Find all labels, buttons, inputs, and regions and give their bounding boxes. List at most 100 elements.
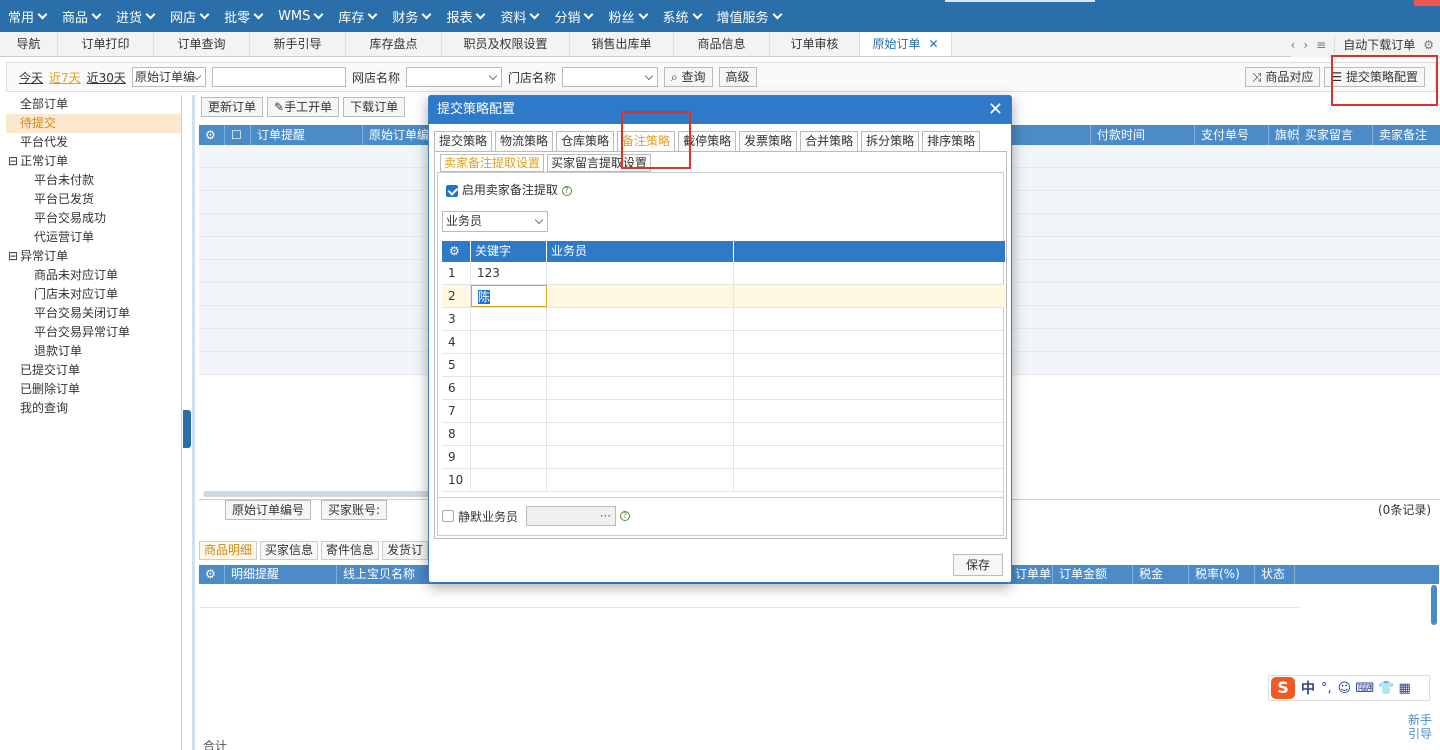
- tree-node[interactable]: 我的查询: [6, 399, 181, 418]
- salesman-cell[interactable]: [547, 308, 734, 330]
- detail-tab[interactable]: 发货订: [382, 541, 429, 560]
- menu-item-1[interactable]: 商品: [54, 0, 108, 32]
- detail-tab[interactable]: 寄件信息: [321, 541, 380, 560]
- order-search-input[interactable]: [211, 67, 346, 87]
- detail-col-header[interactable]: ⚙: [199, 565, 225, 584]
- keyword-cell[interactable]: [471, 354, 547, 376]
- tab-6[interactable]: 销售出库单: [570, 32, 674, 56]
- tab-prev-icon[interactable]: ‹: [1291, 38, 1296, 52]
- grid-col-header[interactable]: ⚙: [199, 125, 225, 145]
- gear-icon[interactable]: ⚙: [442, 241, 471, 262]
- menu-item-7[interactable]: 财务: [384, 0, 438, 32]
- footer-order-no-field[interactable]: 原始订单编号: [225, 499, 312, 520]
- footer-buyer-field[interactable]: 买家账号:: [321, 499, 388, 520]
- tree-node[interactable]: 已删除订单: [6, 380, 181, 399]
- detail-tab[interactable]: 买家信息: [260, 541, 319, 560]
- ime-tool-icons[interactable]: ☺ ⌨ 👕 ▦: [1338, 681, 1411, 696]
- tree-node[interactable]: 商品未对应订单: [6, 266, 181, 285]
- tree-node[interactable]: 平台未付款: [6, 171, 181, 190]
- strategy-tab[interactable]: 排序策略: [922, 131, 981, 151]
- product-match-button[interactable]: ⤨ 商品对应: [1244, 67, 1321, 87]
- tab-menu-icon[interactable]: ≡: [1316, 38, 1326, 52]
- ime-logo[interactable]: S: [1271, 677, 1295, 699]
- keyword-cell[interactable]: 陈: [471, 285, 547, 307]
- tree-node[interactable]: 平台代发: [6, 133, 181, 152]
- strategy-tab[interactable]: 合并策略: [800, 131, 859, 151]
- strategy-tab[interactable]: 物流策略: [495, 131, 554, 151]
- menu-item-13[interactable]: 增值服务: [709, 0, 789, 32]
- salesman-cell[interactable]: [547, 262, 734, 284]
- tab-5[interactable]: 职员及权限设置: [442, 32, 570, 56]
- shop-name-select[interactable]: [405, 67, 502, 87]
- advanced-button[interactable]: 高级: [718, 67, 757, 87]
- vertical-scrollbar[interactable]: [1431, 585, 1437, 625]
- newbie-guide-link[interactable]: 新手引导: [1408, 713, 1440, 741]
- salesman-cell[interactable]: [547, 285, 734, 307]
- keyword-cell[interactable]: [471, 377, 547, 399]
- tab-4[interactable]: 库存盘点: [346, 32, 442, 56]
- last7-link[interactable]: 近7天: [49, 69, 81, 86]
- keyword-cell[interactable]: [471, 446, 547, 468]
- strategy-tab[interactable]: 发票策略: [739, 131, 798, 151]
- tree-node[interactable]: 平台交易关闭订单: [6, 304, 181, 323]
- menu-item-6[interactable]: 库存: [330, 0, 384, 32]
- tab-next-icon[interactable]: ›: [1303, 38, 1308, 52]
- download-orders-button[interactable]: 下载订单: [343, 97, 406, 117]
- salesman-cell[interactable]: [547, 446, 734, 468]
- tab-0[interactable]: 导航: [0, 32, 58, 56]
- last30-link[interactable]: 近30天: [87, 69, 126, 86]
- tree-node[interactable]: 全部订单: [6, 95, 181, 114]
- collapse-icon[interactable]: ⊟: [8, 249, 18, 263]
- menu-item-4[interactable]: 批零: [216, 0, 270, 32]
- query-button[interactable]: ⌕ 查询: [663, 67, 713, 87]
- menu-item-10[interactable]: 分销: [546, 0, 600, 32]
- keyword-cell[interactable]: [471, 423, 547, 445]
- close-icon[interactable]: ✕: [928, 37, 938, 51]
- menu-item-2[interactable]: 进货: [108, 0, 162, 32]
- ime-punct-toggle[interactable]: °,: [1321, 681, 1332, 696]
- remark-subtab[interactable]: 卖家备注提取设置: [440, 154, 545, 172]
- tree-node[interactable]: 待提交: [6, 114, 181, 133]
- tree-node[interactable]: 平台交易成功: [6, 209, 181, 228]
- salesman-cell[interactable]: [547, 469, 734, 491]
- salesman-cell[interactable]: [547, 377, 734, 399]
- tab-8[interactable]: 订单审核: [770, 32, 860, 56]
- tree-node[interactable]: 门店未对应订单: [6, 285, 181, 304]
- menu-item-5[interactable]: WMS: [270, 0, 330, 32]
- tree-node[interactable]: ⊟ 正常订单: [6, 152, 181, 171]
- menu-item-0[interactable]: 常用: [0, 0, 54, 32]
- salesman-cell[interactable]: [547, 400, 734, 422]
- menu-item-3[interactable]: 网店: [162, 0, 216, 32]
- more-icon[interactable]: ···: [600, 509, 611, 523]
- keyword-cell[interactable]: [471, 469, 547, 491]
- help-icon[interactable]: ?: [620, 511, 631, 521]
- tree-node[interactable]: 退款订单: [6, 342, 181, 361]
- tab-3[interactable]: 新手引导: [250, 32, 346, 56]
- tree-node[interactable]: ⊟ 异常订单: [6, 247, 181, 266]
- tab-1[interactable]: 订单打印: [58, 32, 154, 56]
- manual-order-button[interactable]: ✎手工开单: [267, 97, 340, 117]
- store-name-select[interactable]: [561, 67, 658, 87]
- help-icon[interactable]: ?: [561, 185, 572, 196]
- tree-node[interactable]: 代运营订单: [6, 228, 181, 247]
- detail-tab[interactable]: 商品明细: [199, 541, 258, 560]
- tab-2[interactable]: 订单查询: [154, 32, 250, 56]
- tree-node[interactable]: 平台交易异常订单: [6, 323, 181, 342]
- tree-node[interactable]: 已提交订单: [6, 361, 181, 380]
- today-link[interactable]: 今天: [19, 69, 43, 86]
- salesman-cell[interactable]: [547, 354, 734, 376]
- tab-active[interactable]: 原始订单 ✕: [860, 32, 952, 56]
- save-button[interactable]: 保存: [952, 554, 1003, 576]
- menu-item-9[interactable]: 资料: [492, 0, 546, 32]
- keyword-cell[interactable]: [471, 331, 547, 353]
- collapse-icon[interactable]: ⊟: [8, 154, 18, 168]
- grid-col-header[interactable]: ☐: [225, 125, 251, 145]
- collapse-handle[interactable]: [183, 410, 191, 448]
- strategy-tab[interactable]: 拆分策略: [861, 131, 920, 151]
- menu-item-8[interactable]: 报表: [438, 0, 492, 32]
- refresh-orders-button[interactable]: 更新订单: [201, 97, 264, 117]
- salesman-cell[interactable]: [547, 331, 734, 353]
- tree-node[interactable]: 平台已发货: [6, 190, 181, 209]
- strategy-tab[interactable]: 提交策略: [434, 131, 493, 151]
- default-salesman-checkbox[interactable]: [442, 510, 454, 522]
